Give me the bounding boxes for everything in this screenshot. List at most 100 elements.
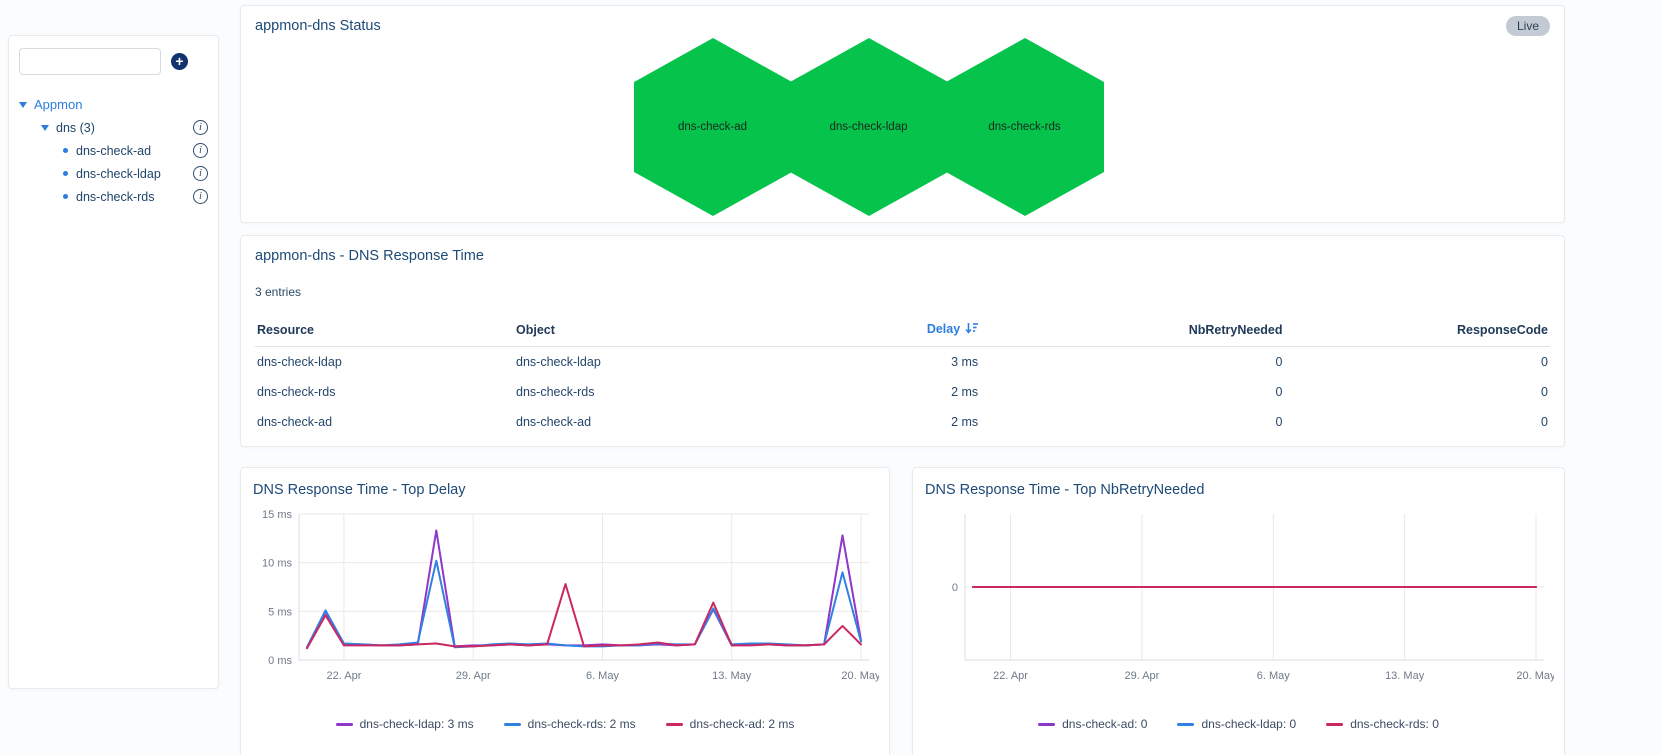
y-axis-tick-label: 10 ms [262, 558, 292, 570]
legend-label: dns-check-ldap: 0 [1201, 717, 1297, 731]
cell-resource: dns-check-rds [257, 385, 336, 399]
status-panel: appmon-dns Status Live dns-check-ad dns-c… [240, 5, 1565, 223]
legend-item-dns-check-ad[interactable]: dns-check-ad: 0 [1038, 717, 1147, 731]
legend-label: dns-check-ldap: 3 ms [359, 717, 474, 731]
legend-color-swatch [1038, 722, 1056, 726]
chart-title: DNS Response Time - Top Delay [253, 482, 466, 498]
tree-item-dns-check-rds[interactable]: dns-check-rds i [19, 185, 208, 208]
bullet-icon [63, 171, 68, 176]
cell-delay: 2 ms [951, 385, 979, 399]
y-axis-tick-label: 15 ms [262, 509, 292, 521]
response-time-table-panel: appmon-dns - DNS Response Time 3 entries… [240, 235, 1565, 447]
dashboard: + Appmon dns (3) i dns-check-ad i dns-chec… [0, 0, 1661, 755]
cell-resource: dns-check-ldap [257, 355, 342, 369]
info-icon[interactable]: i [193, 143, 208, 158]
legend-label: dns-check-ad: 0 [1062, 717, 1148, 731]
info-icon[interactable]: i [193, 189, 208, 204]
panel-title: appmon-dns - DNS Response Time [255, 248, 484, 264]
table-row[interactable]: dns-check-ad dns-check-ad 2 ms 0 0 [255, 407, 1550, 437]
tree-item-dns-check-ldap[interactable]: dns-check-ldap i [19, 162, 208, 185]
column-header-delay[interactable]: Delay [760, 316, 981, 347]
y-axis-tick-label: 0 [952, 582, 958, 594]
tree-item-label: dns-check-ldap [76, 166, 161, 181]
line-chart-top-nbretryneeded: 22. Apr 29. Apr 6. May 13. May 20. May 0 [952, 514, 1554, 682]
legend-color-swatch [335, 722, 353, 726]
tree-node-appmon[interactable]: Appmon [19, 93, 208, 116]
hexagon-label: dns-check-ad [677, 121, 748, 133]
chevron-down-icon[interactable] [19, 101, 27, 108]
series-line-dns-check-ldap [306, 529, 862, 649]
table-row[interactable]: dns-check-rds dns-check-rds 2 ms 0 0 [255, 377, 1550, 407]
y-axis-tick-label: 0 ms [268, 655, 292, 667]
legend-color-swatch [665, 722, 683, 726]
legend-label: dns-check-rds: 2 ms [527, 717, 636, 731]
live-badge[interactable]: Live [1505, 16, 1550, 36]
x-axis-tick-label: 13. May [712, 670, 752, 682]
hexagon-label: dns-check-rds [988, 121, 1061, 133]
column-header-resource[interactable]: Resource [255, 316, 514, 347]
hexagon-label: dns-check-ldap [829, 121, 908, 133]
x-axis-tick-label: 13. May [1385, 670, 1425, 682]
cell-object: dns-check-ad [516, 415, 592, 429]
legend-label: dns-check-rds: 0 [1350, 717, 1439, 731]
x-axis-tick-label: 6. May [586, 670, 620, 682]
status-hexagon-dns-check-ldap[interactable]: dns-check-ldap [789, 37, 949, 217]
chart-title: DNS Response Time - Top NbRetryNeeded [925, 482, 1205, 498]
legend-color-swatch [1177, 722, 1195, 726]
info-icon[interactable]: i [193, 166, 208, 181]
cell-response_code: 0 [1541, 415, 1548, 429]
cell-nb_retry_needed: 0 [1275, 385, 1283, 399]
bullet-icon [63, 194, 68, 199]
service-tree: Appmon dns (3) i dns-check-ad i dns-check-… [19, 93, 208, 208]
x-axis-tick-label: 22. Apr [327, 670, 362, 682]
cell-object: dns-check-ldap [516, 355, 601, 369]
column-header-responsecode[interactable]: ResponseCode [1284, 316, 1550, 347]
info-icon[interactable]: i [193, 120, 208, 135]
series-line-dns-check-ad [306, 583, 862, 650]
tree-item-label: dns-check-ad [76, 143, 152, 158]
chart-legend: dns-check-ad: 0 dns-check-ldap: 0 dns-chec… [925, 717, 1552, 731]
chart-legend: dns-check-ldap: 3 ms dns-check-rds: 2 ms d… [253, 717, 877, 731]
chart-panel-top-delay: DNS Response Time - Top Delay 22. Apr 29.… [240, 467, 890, 755]
legend-color-swatch [503, 722, 521, 726]
search-input[interactable] [19, 48, 161, 75]
legend-item-dns-check-ldap[interactable]: dns-check-ldap: 0 [1177, 717, 1296, 731]
y-axis-tick-label: 5 ms [268, 606, 292, 618]
status-hexagon-dns-check-ad[interactable]: dns-check-ad [633, 37, 793, 217]
line-chart-top-delay: 22. Apr 29. Apr 6. May 13. May 20. May 0 ms 5 … [262, 509, 879, 682]
legend-item-dns-check-ldap[interactable]: dns-check-ldap: 3 ms [335, 717, 474, 731]
chevron-down-icon[interactable] [41, 124, 49, 131]
status-hexagon-dns-check-rds[interactable]: dns-check-rds [945, 37, 1105, 217]
cell-nb_retry_needed: 0 [1275, 355, 1283, 369]
tree-item-label: dns-check-rds [76, 189, 155, 204]
chart-panel-top-nbretryneeded: DNS Response Time - Top NbRetryNeeded 22… [912, 467, 1565, 755]
hexagon-status-row: dns-check-ad dns-check-ldap dns-check-rds [241, 37, 1516, 217]
tree-item-dns-check-ad[interactable]: dns-check-ad i [19, 139, 208, 162]
legend-color-swatch [1326, 722, 1344, 726]
tree-node-label: Appmon [34, 97, 83, 112]
x-axis-tick-label: 22. Apr [993, 670, 1028, 682]
cell-delay: 3 ms [951, 355, 979, 369]
cell-nb_retry_needed: 0 [1275, 415, 1283, 429]
column-header-nbretryneeded[interactable]: NbRetryNeeded [980, 316, 1285, 347]
tree-node-label: dns (3) [56, 120, 95, 135]
cell-object: dns-check-rds [516, 385, 595, 399]
response-time-table: Resource Object Delay NbRetryNeeded Resp… [255, 316, 1550, 437]
table-row[interactable]: dns-check-ldap dns-check-ldap 3 ms 0 0 [255, 347, 1550, 378]
tree-node-dns[interactable]: dns (3) i [19, 116, 208, 139]
legend-item-dns-check-ad[interactable]: dns-check-ad: 2 ms [665, 717, 795, 731]
x-axis-tick-label: 20. May [1516, 670, 1554, 682]
entries-count: 3 entries [255, 285, 302, 299]
series-line-dns-check-rds [306, 559, 862, 649]
legend-label: dns-check-ad: 2 ms [689, 717, 795, 731]
x-axis-tick-label: 6. May [1257, 670, 1291, 682]
x-axis-tick-label: 29. Apr [456, 670, 491, 682]
panel-title: appmon-dns Status [255, 18, 381, 34]
legend-item-dns-check-rds[interactable]: dns-check-rds: 0 [1326, 717, 1439, 731]
sort-descending-icon [965, 322, 979, 337]
cell-response_code: 0 [1541, 355, 1548, 369]
cell-response_code: 0 [1541, 385, 1548, 399]
legend-item-dns-check-rds[interactable]: dns-check-rds: 2 ms [503, 717, 636, 731]
add-button[interactable]: + [171, 53, 188, 70]
column-header-object[interactable]: Object [514, 316, 761, 347]
